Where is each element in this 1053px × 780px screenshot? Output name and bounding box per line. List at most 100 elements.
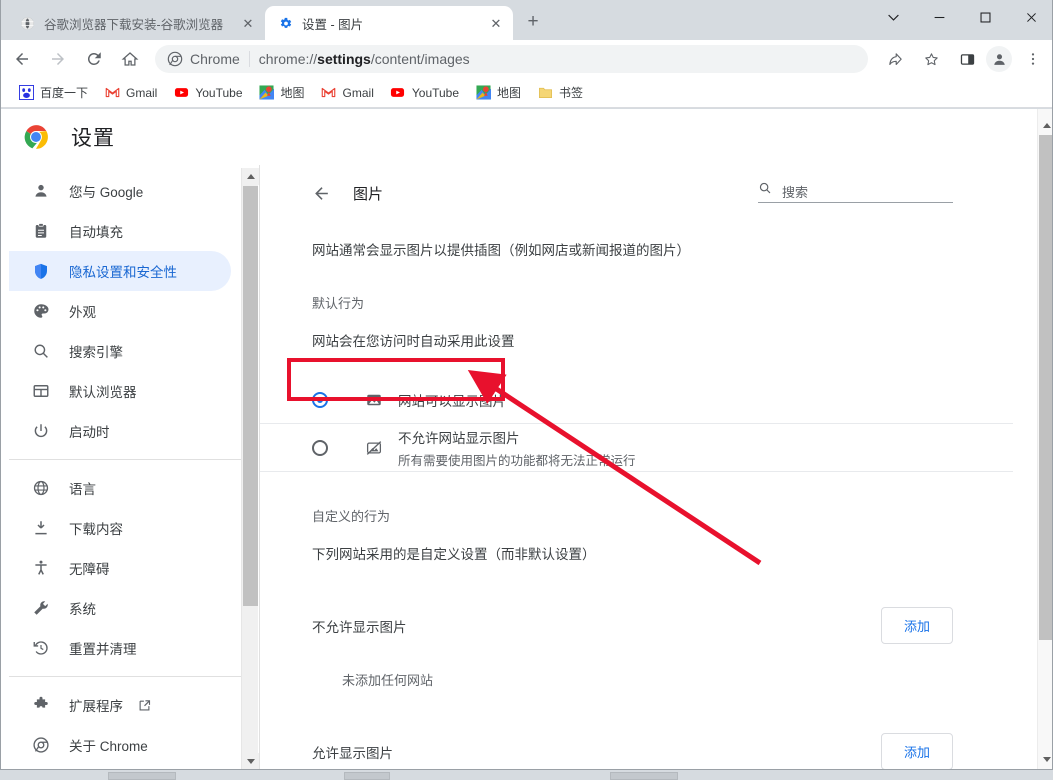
- browser-tab-active[interactable]: 设置 - 图片 ✕: [265, 6, 513, 40]
- radio-option-label: 不允许网站显示图片: [398, 427, 636, 447]
- share-icon[interactable]: [880, 44, 910, 74]
- sidebar-item-you-and-google[interactable]: 您与 Google: [9, 171, 231, 211]
- clipboard-icon: [31, 221, 51, 241]
- content-search-input[interactable]: [782, 185, 953, 200]
- allowed-sites-section: 允许显示图片 添加: [260, 733, 1013, 770]
- sidebar-group-footer: 扩展程序 关于 Chrome: [9, 685, 241, 765]
- bookmark-item[interactable]: Gmail: [314, 81, 381, 105]
- bookmark-item[interactable]: YouTube: [166, 81, 249, 105]
- sidebar-item-label: 隐私设置和安全性: [69, 261, 177, 281]
- sidebar-item-label: 启动时: [69, 421, 110, 441]
- reload-button[interactable]: [79, 44, 109, 74]
- maximize-button[interactable]: [962, 0, 1008, 34]
- radio-option-label: 网站可以显示图片: [398, 390, 506, 410]
- close-button[interactable]: [1008, 0, 1053, 34]
- globe-icon: [19, 15, 35, 31]
- tab-strip: 谷歌浏览器下载安装-谷歌浏览器 ✕ 设置 - 图片 ✕ +: [1, 0, 1053, 40]
- side-panel-icon[interactable]: [952, 44, 982, 74]
- home-button[interactable]: [115, 44, 145, 74]
- gear-icon: [277, 15, 293, 31]
- address-bar[interactable]: Chrome chrome://settings/content/images: [155, 45, 868, 73]
- profile-avatar-icon[interactable]: [986, 46, 1012, 72]
- browser-window: 谷歌浏览器下载安装-谷歌浏览器 ✕ 设置 - 图片 ✕ +: [0, 0, 1053, 770]
- bookmark-item[interactable]: Gmail: [97, 81, 164, 105]
- sidebar-item-system[interactable]: 系统: [9, 588, 231, 628]
- tab-close-button[interactable]: ✕: [487, 14, 505, 32]
- bookmark-item[interactable]: 地图: [468, 81, 528, 105]
- scrollbar-thumb[interactable]: [1039, 135, 1053, 640]
- tab-title: 设置 - 图片: [302, 14, 487, 33]
- sidebar-item-about-chrome[interactable]: 关于 Chrome: [9, 725, 231, 765]
- shield-icon: [31, 261, 51, 281]
- taskbar-item[interactable]: [108, 772, 176, 780]
- bookmark-label: Gmail: [343, 86, 374, 100]
- scroll-up-button[interactable]: [242, 168, 259, 185]
- sidebar-item-privacy-security[interactable]: 隐私设置和安全性: [9, 251, 231, 291]
- bookmark-folder[interactable]: 书签: [530, 81, 590, 105]
- sidebar-scrollbar[interactable]: [241, 168, 258, 770]
- minimize-button[interactable]: [916, 0, 962, 34]
- tab-close-button[interactable]: ✕: [239, 14, 257, 32]
- browser-window-icon: [31, 381, 51, 401]
- radio-option-allow-images[interactable]: 网站可以显示图片: [260, 376, 1013, 424]
- sidebar-item-autofill[interactable]: 自动填充: [9, 211, 231, 251]
- scrollbar-thumb[interactable]: [243, 186, 258, 606]
- sidebar-item-label: 系统: [69, 598, 96, 618]
- search-icon: [31, 341, 51, 361]
- taskbar-item[interactable]: [344, 772, 390, 780]
- external-link-icon: [137, 698, 152, 713]
- sidebar-group-main: 您与 Google 自动填充 隐私设置和安全性: [9, 165, 241, 451]
- sidebar-item-label: 外观: [69, 301, 96, 321]
- sidebar-item-label: 下载内容: [69, 518, 123, 538]
- settings-page: 设置 您与 Google: [1, 109, 1053, 770]
- radio-button[interactable]: [312, 440, 328, 456]
- sidebar-item-appearance[interactable]: 外观: [9, 291, 231, 331]
- sidebar-item-accessibility[interactable]: 无障碍: [9, 548, 231, 588]
- omnibox-url-suffix: /content/images: [371, 51, 470, 67]
- content-search-box[interactable]: [758, 181, 953, 203]
- maps-icon: [259, 85, 275, 101]
- blocked-sites-title: 不允许显示图片: [312, 616, 407, 636]
- radio-option-texts: 网站可以显示图片: [398, 390, 506, 410]
- radio-option-texts: 不允许网站显示图片 所有需要使用图片的功能都将无法正常运行: [398, 427, 636, 469]
- forward-button[interactable]: [43, 44, 73, 74]
- omnibox-chip-label: Chrome: [190, 51, 240, 67]
- bookmark-item[interactable]: YouTube: [383, 81, 466, 105]
- star-icon[interactable]: [916, 44, 946, 74]
- custom-behavior-sub: 下列网站采用的是自定义设置（而非默认设置）: [260, 543, 1013, 563]
- back-button[interactable]: [7, 44, 37, 74]
- sidebar-item-languages[interactable]: 语言: [9, 468, 231, 508]
- back-arrow-icon[interactable]: [312, 184, 331, 203]
- chrome-menu-button[interactable]: [1018, 44, 1048, 74]
- add-allowed-site-button[interactable]: 添加: [881, 733, 953, 770]
- new-tab-button[interactable]: +: [519, 8, 547, 36]
- content-scrollbar[interactable]: [1037, 109, 1053, 770]
- bookmark-item[interactable]: 百度一下: [11, 81, 95, 105]
- default-behavior-label: 默认行为: [260, 293, 1013, 312]
- sidebar-item-on-startup[interactable]: 启动时: [9, 411, 231, 451]
- bookmark-item[interactable]: 地图: [252, 81, 312, 105]
- scroll-down-button[interactable]: [1038, 751, 1053, 768]
- sidebar-item-downloads[interactable]: 下载内容: [9, 508, 231, 548]
- scroll-up-button[interactable]: [1038, 117, 1053, 134]
- sidebar-item-extensions[interactable]: 扩展程序: [9, 685, 231, 725]
- bookmark-label: Gmail: [126, 86, 157, 100]
- sidebar-item-label: 语言: [69, 478, 96, 498]
- toolbar-actions: [874, 44, 1053, 74]
- add-blocked-site-button[interactable]: 添加: [881, 607, 953, 644]
- desktop-taskbar: [0, 770, 1053, 778]
- tab-search-button[interactable]: [870, 0, 916, 34]
- sidebar-item-search-engine[interactable]: 搜索引擎: [9, 331, 231, 371]
- sidebar-item-default-browser[interactable]: 默认浏览器: [9, 371, 231, 411]
- browser-tab-inactive[interactable]: 谷歌浏览器下载安装-谷歌浏览器 ✕: [7, 6, 265, 40]
- person-icon: [31, 181, 51, 201]
- taskbar-item[interactable]: [610, 772, 678, 780]
- omnibox-url: chrome://settings/content/images: [259, 51, 470, 67]
- sidebar-item-label: 无障碍: [69, 558, 110, 578]
- sidebar-item-reset-cleanup[interactable]: 重置并清理: [9, 628, 231, 668]
- browser-toolbar: Chrome chrome://settings/content/images: [1, 40, 1053, 78]
- image-icon: [364, 390, 384, 410]
- radio-option-block-images[interactable]: 不允许网站显示图片 所有需要使用图片的功能都将无法正常运行: [260, 424, 1013, 472]
- radio-button[interactable]: [312, 392, 328, 408]
- scroll-down-button[interactable]: [242, 753, 259, 770]
